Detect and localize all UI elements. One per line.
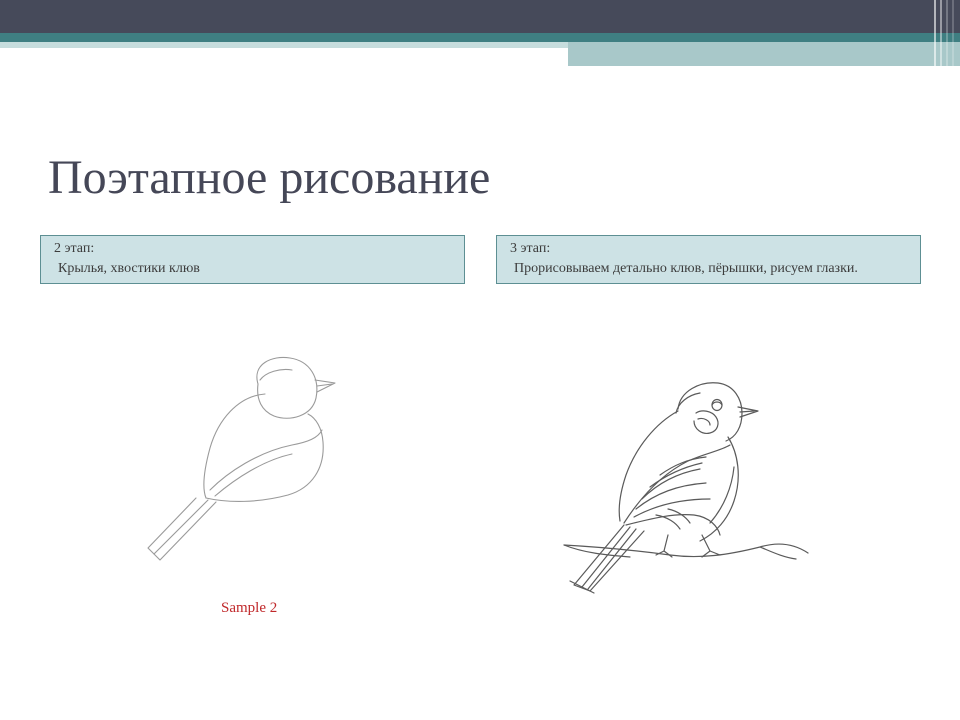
header-accent-stripe xyxy=(0,33,960,42)
bird-sketch-stage-2 xyxy=(147,356,336,561)
caption-stage-2: 2 этап: Крылья, хвостики клюв xyxy=(40,235,465,284)
caption-stage-3-heading: 3 этап: xyxy=(510,241,551,256)
caption-stage-3-text: Прорисовываем детально клюв, пёрышки, ри… xyxy=(514,261,858,276)
caption-stage-2-text: Крылья, хвостики клюв xyxy=(58,261,200,276)
header-accent-block xyxy=(568,42,960,66)
sample-label: Sample 2 xyxy=(221,600,278,616)
bird-sketch-stage-3 xyxy=(563,382,809,594)
caption-stage-3: 3 этап: Прорисовываем детально клюв, пёр… xyxy=(496,235,921,284)
header-bar xyxy=(0,0,960,33)
slide-title: Поэтапное рисование xyxy=(48,151,491,204)
header-light-stripe xyxy=(0,42,568,48)
caption-stage-2-heading: 2 этап: xyxy=(54,241,95,256)
header-corner-lines xyxy=(934,0,954,66)
